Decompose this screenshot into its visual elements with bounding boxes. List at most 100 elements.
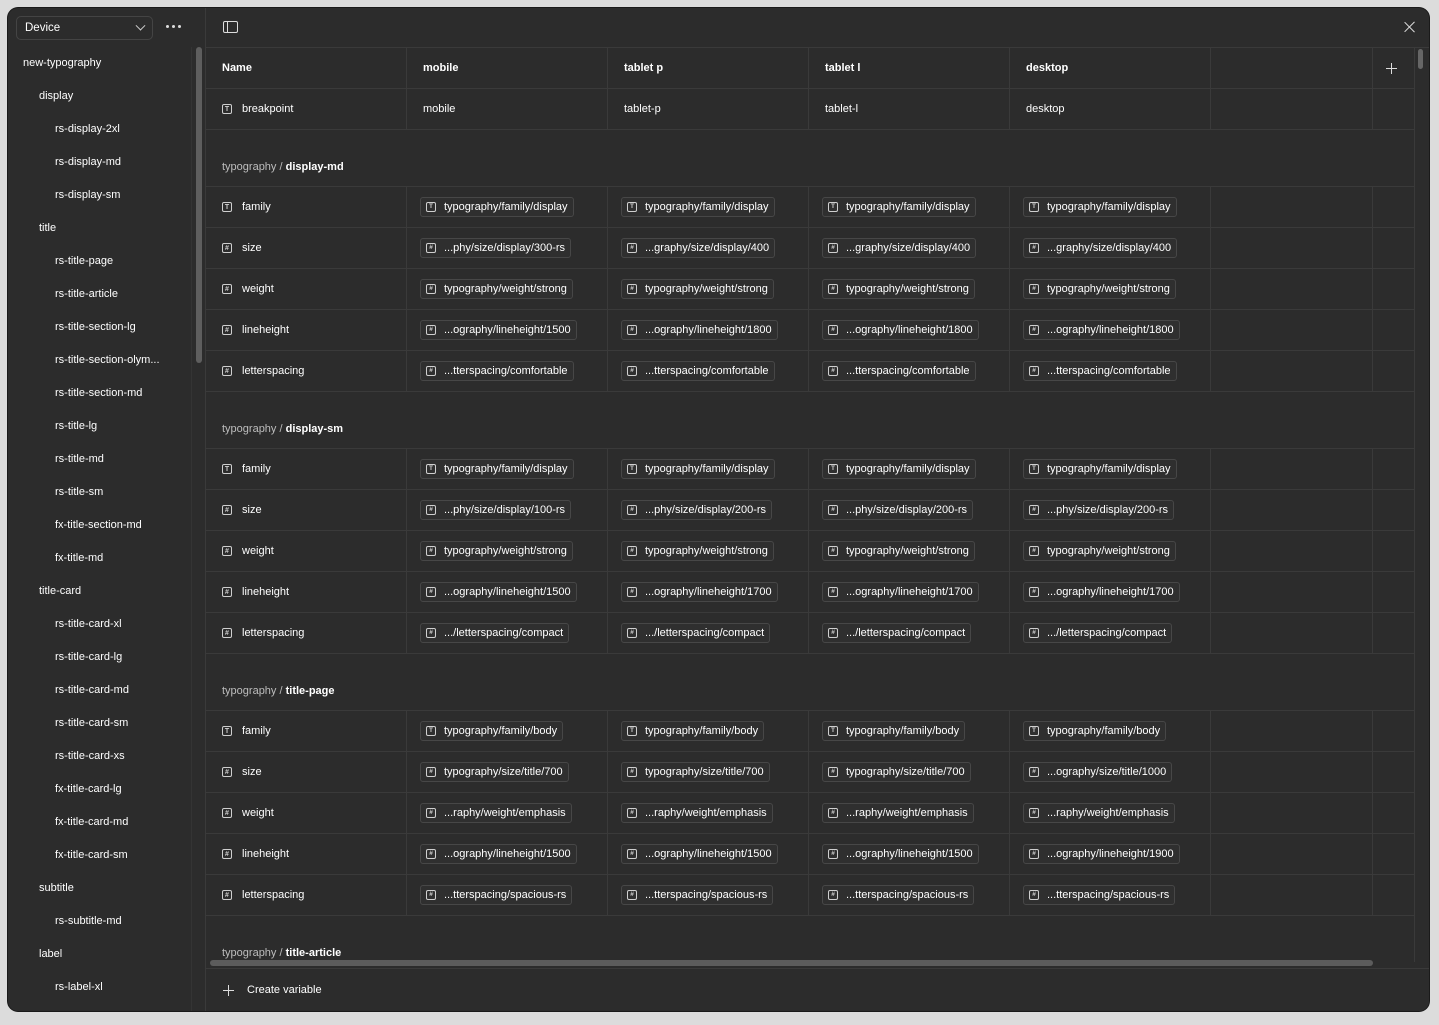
sidebar-item[interactable]: rs-title-section-lg [8, 311, 192, 344]
sidebar-item[interactable]: label [8, 938, 192, 971]
alias-pill[interactable]: # ...tterspacing/comfortable [822, 361, 976, 381]
alias-pill[interactable]: # ...ography/lineheight/1500 [822, 844, 979, 864]
vertical-scrollbar[interactable] [1418, 49, 1423, 69]
column-header-tablet-p[interactable]: tablet p [608, 48, 809, 88]
alias-pill[interactable]: # .../letterspacing/compact [621, 623, 771, 643]
sidebar-item[interactable]: rs-title-section-md [8, 377, 192, 410]
alias-pill[interactable]: # ...ography/lineheight/1500 [420, 844, 577, 864]
alias-pill[interactable]: # .../letterspacing/compact [420, 623, 570, 643]
value-cell[interactable]: mobile [407, 89, 608, 129]
table-row[interactable]: Tfamily Ttypography/family/display Ttypogr… [206, 187, 1414, 228]
alias-pill[interactable]: Ttypography/family/body [420, 721, 564, 741]
sidebar-item[interactable]: display [8, 80, 192, 113]
alias-pill[interactable]: # ...tterspacing/spacious-rs [1023, 885, 1176, 905]
create-variable-button[interactable]: Create variable [206, 968, 1429, 1011]
sidebar-item[interactable]: rs-title-page [8, 245, 192, 278]
sidebar-scrollbar[interactable] [196, 47, 202, 363]
sidebar-item[interactable]: title [8, 212, 192, 245]
alias-pill[interactable]: # typography/weight/strong [822, 541, 975, 561]
value-cell[interactable]: tablet-p [608, 89, 809, 129]
alias-pill[interactable]: # ...ography/lineheight/1700 [822, 582, 979, 602]
alias-pill[interactable]: # ...ography/lineheight/1900 [1023, 844, 1180, 864]
alias-pill[interactable]: Ttypography/family/body [621, 721, 765, 741]
close-icon[interactable] [1403, 20, 1417, 34]
sidebar-item[interactable]: rs-title-md [8, 443, 192, 476]
alias-pill[interactable]: Ttypography/family/body [1023, 721, 1167, 741]
alias-pill[interactable]: # ...phy/size/display/300-rs [420, 238, 572, 258]
alias-pill[interactable]: # typography/size/title/700 [621, 762, 770, 782]
alias-pill[interactable]: # ...tterspacing/spacious-rs [420, 885, 573, 905]
alias-pill[interactable]: # ...graphy/size/display/400 [621, 238, 776, 258]
alias-pill[interactable]: # ...tterspacing/comfortable [621, 361, 775, 381]
alias-pill[interactable]: # ...raphy/weight/emphasis [420, 803, 572, 823]
alias-pill[interactable]: Ttypography/family/display [822, 459, 976, 479]
add-mode-icon[interactable] [1386, 62, 1397, 74]
alias-pill[interactable]: # ...ography/lineheight/1800 [822, 320, 979, 340]
alias-pill[interactable]: Ttypography/family/display [822, 197, 976, 217]
alias-pill[interactable]: # typography/weight/strong [621, 279, 774, 299]
sidebar-item[interactable]: rs-subtitle-md [8, 905, 192, 938]
alias-pill[interactable]: # ...phy/size/display/100-rs [420, 500, 572, 520]
alias-pill[interactable]: # typography/weight/strong [1023, 541, 1176, 561]
sidebar-item[interactable]: title-card [8, 575, 192, 608]
sidebar-item[interactable]: rs-title-sm [8, 476, 192, 509]
table-row[interactable]: # weight # typography/weight/strong # typogra… [206, 269, 1414, 310]
sidebar-item[interactable]: fx-title-card-sm [8, 839, 192, 872]
sidebar-item[interactable]: rs-display-md [8, 146, 192, 179]
table-row[interactable]: # weight # typography/weight/strong # typogra… [206, 531, 1414, 572]
table-row[interactable]: Tfamily Ttypography/family/display Ttypogr… [206, 449, 1414, 490]
table-row[interactable]: # size # ...phy/size/display/100-rs # ...phy/… [206, 490, 1414, 531]
toggle-sidebar-icon[interactable] [223, 21, 238, 33]
alias-pill[interactable]: # typography/size/title/700 [822, 762, 971, 782]
table-row[interactable]: # size # typography/size/title/700 # typograp… [206, 752, 1414, 793]
sidebar-item[interactable]: rs-title-lg [8, 410, 192, 443]
alias-pill[interactable]: # ...tterspacing/spacious-rs [822, 885, 975, 905]
alias-pill[interactable]: # ...ography/lineheight/1800 [1023, 320, 1180, 340]
alias-pill[interactable]: # typography/weight/strong [1023, 279, 1176, 299]
table-row[interactable]: # lineheight # ...ography/lineheight/1500 #.… [206, 572, 1414, 613]
column-header-tablet-l[interactable]: tablet l [809, 48, 1010, 88]
alias-pill[interactable]: # ...phy/size/display/200-rs [621, 500, 773, 520]
alias-pill[interactable]: # ...ography/lineheight/1500 [420, 320, 577, 340]
sidebar-item[interactable]: subtitle [8, 872, 192, 905]
column-header-mobile[interactable]: mobile [407, 48, 608, 88]
alias-pill[interactable]: # .../letterspacing/compact [822, 623, 972, 643]
alias-pill[interactable]: # ...ography/lineheight/1500 [621, 844, 778, 864]
alias-pill[interactable]: # typography/weight/strong [420, 279, 573, 299]
column-header-desktop[interactable]: desktop [1010, 48, 1211, 88]
alias-pill[interactable]: # typography/weight/strong [420, 541, 573, 561]
table-row[interactable]: # lineheight # ...ography/lineheight/1500 #.… [206, 834, 1414, 875]
table-row[interactable]: # letterspacing # .../letterspacing/compact… [206, 613, 1414, 654]
sidebar-item[interactable]: rs-title-card-md [8, 674, 192, 707]
sidebar-item[interactable]: rs-title-article [8, 278, 192, 311]
sidebar-item[interactable]: fx-title-card-lg [8, 773, 192, 806]
table-row[interactable]: # letterspacing # ...tterspacing/spacious-r… [206, 875, 1414, 916]
alias-pill[interactable]: # ...raphy/weight/emphasis [1023, 803, 1175, 823]
alias-pill[interactable]: Ttypography/family/display [420, 459, 574, 479]
alias-pill[interactable]: # ...phy/size/display/200-rs [822, 500, 974, 520]
alias-pill[interactable]: # ...phy/size/display/200-rs [1023, 500, 1175, 520]
more-options-icon[interactable] [166, 19, 184, 33]
alias-pill[interactable]: Ttypography/family/display [621, 197, 775, 217]
table-row[interactable]: # weight # ...raphy/weight/emphasis # ...raph… [206, 793, 1414, 834]
alias-pill[interactable]: # ...raphy/weight/emphasis [822, 803, 974, 823]
alias-pill[interactable]: Ttypography/family/body [822, 721, 966, 741]
sidebar-item[interactable]: rs-title-card-sm [8, 707, 192, 740]
sidebar-item[interactable]: rs-display-sm [8, 179, 192, 212]
alias-pill[interactable]: # ...tterspacing/spacious-rs [621, 885, 774, 905]
table-row[interactable]: # letterspacing # ...tterspacing/comfortabl… [206, 351, 1414, 392]
sidebar-item[interactable]: fx-title-card-md [8, 806, 192, 839]
alias-pill[interactable]: # ...graphy/size/display/400 [1023, 238, 1178, 258]
sidebar-item[interactable]: rs-label-xl [8, 971, 192, 1004]
alias-pill[interactable]: Ttypography/family/display [420, 197, 574, 217]
table-row[interactable]: # lineheight # ...ography/lineheight/1500 #.… [206, 310, 1414, 351]
alias-pill[interactable]: Ttypography/family/display [621, 459, 775, 479]
alias-pill[interactable]: # ...ography/lineheight/1700 [1023, 582, 1180, 602]
horizontal-scrollbar[interactable] [210, 960, 1373, 966]
table-row[interactable]: Tfamily Ttypography/family/body Ttypograph… [206, 711, 1414, 752]
alias-pill[interactable]: # typography/weight/strong [621, 541, 774, 561]
alias-pill[interactable]: Ttypography/family/display [1023, 459, 1177, 479]
alias-pill[interactable]: # .../letterspacing/compact [1023, 623, 1173, 643]
sidebar-item[interactable]: fx-title-section-md [8, 509, 192, 542]
alias-pill[interactable]: # ...ography/lineheight/1700 [621, 582, 778, 602]
